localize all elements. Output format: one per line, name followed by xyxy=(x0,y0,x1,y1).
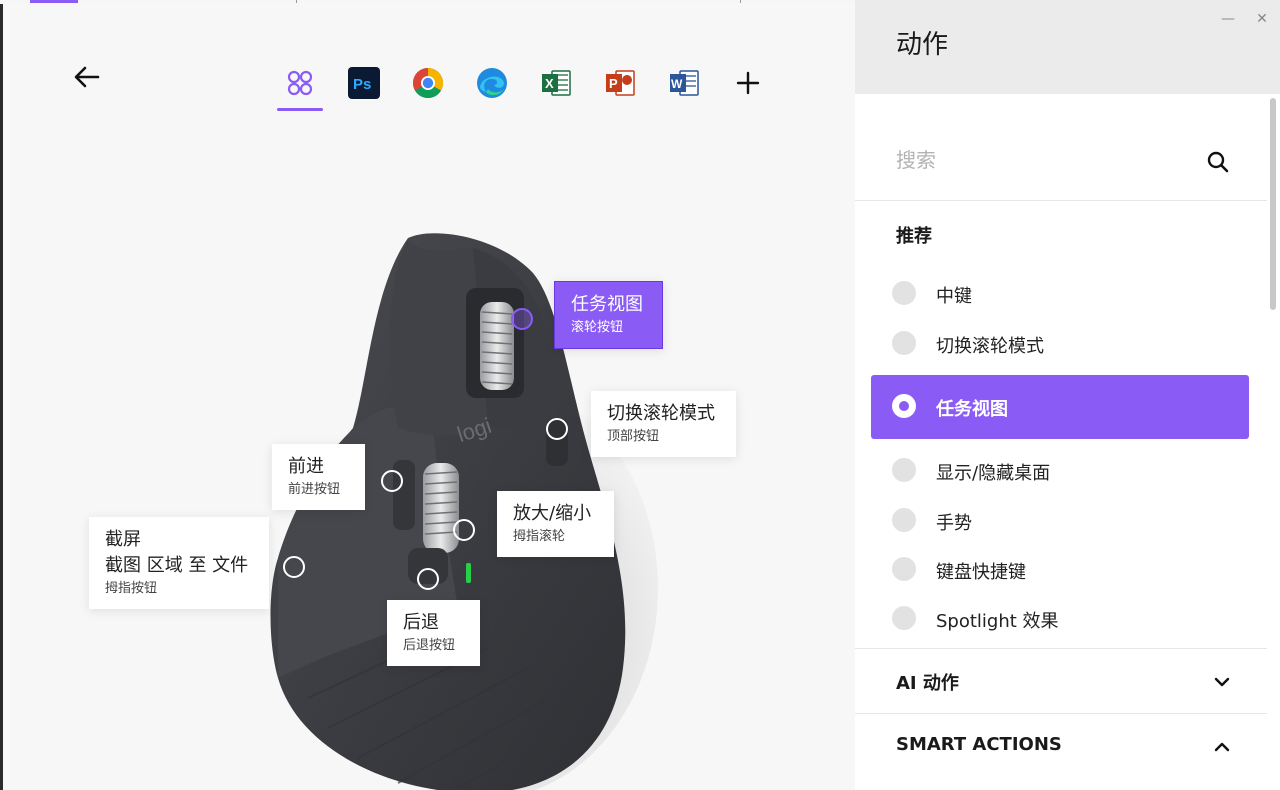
edge-icon xyxy=(477,68,507,98)
radio-button[interactable] xyxy=(892,606,916,630)
search-bar xyxy=(896,138,1236,182)
app-tab-powerpoint[interactable]: P xyxy=(596,59,644,107)
actions-panel: 动作 — ✕ 推荐 中键 切换滚轮模式 任务视图 显示/隐藏桌面 手势 xyxy=(855,0,1280,790)
radio-button[interactable] xyxy=(892,331,916,355)
section-smart-actions[interactable]: SMART ACTIONS xyxy=(855,714,1267,778)
panel-title: 动作 xyxy=(896,30,949,60)
radio-button-selected[interactable] xyxy=(892,394,916,418)
action-label: 手势 xyxy=(936,513,972,534)
svg-text:X: X xyxy=(545,76,554,91)
callout-zoom[interactable]: 放大/缩小 拇指滚轮 xyxy=(497,491,614,557)
search-input[interactable] xyxy=(896,138,1196,182)
word-icon: W xyxy=(670,70,699,96)
back-button[interactable] xyxy=(71,61,103,93)
action-label: 任务视图 xyxy=(936,399,1008,420)
callout-subtitle: 拇指按钮 xyxy=(105,581,158,596)
panel-scrollbar[interactable] xyxy=(1269,98,1277,790)
callout-subtitle: 顶部按钮 xyxy=(607,429,660,444)
callout-task-view[interactable]: 任务视图 滚轮按钮 xyxy=(554,281,663,349)
action-show-hide-desktop[interactable]: 显示/隐藏桌面 xyxy=(871,445,1249,495)
app-tab-chrome[interactable] xyxy=(404,59,452,107)
close-button[interactable]: ✕ xyxy=(1251,8,1273,30)
minimize-button[interactable]: — xyxy=(1217,8,1239,30)
action-task-view[interactable]: 任务视图 xyxy=(871,375,1249,439)
radio-button[interactable] xyxy=(892,281,916,305)
app-tab-excel[interactable]: X xyxy=(532,59,580,107)
app-tab-photoshop[interactable]: Ps xyxy=(340,59,388,107)
svg-text:Ps: Ps xyxy=(353,76,371,93)
callout-subtitle: 前进按钮 xyxy=(288,482,341,497)
close-icon: ✕ xyxy=(1256,11,1268,27)
action-gestures[interactable]: 手势 xyxy=(871,495,1249,545)
callout-title: 放大/缩小 xyxy=(513,503,592,524)
section-title: SMART ACTIONS xyxy=(896,734,1062,755)
callout-title-secondary: 截图 区域 至 文件 xyxy=(105,555,249,576)
action-label: 中键 xyxy=(936,286,972,307)
action-middle-click[interactable]: 中键 xyxy=(871,268,1249,318)
panel-header: 动作 — ✕ xyxy=(855,0,1280,94)
add-app-button[interactable] xyxy=(724,59,772,107)
plus-icon xyxy=(736,71,760,95)
arrow-left-icon xyxy=(74,66,100,88)
device-configuration-area: Ps X P W logi 任务视图 滚轮按钮 切换滚轮模式 顶部按钮 前进 前… xyxy=(3,3,855,790)
action-label: 切换滚轮模式 xyxy=(936,336,1044,357)
action-label: 键盘快捷键 xyxy=(936,562,1026,583)
divider xyxy=(855,200,1267,201)
callout-title: 切换滚轮模式 xyxy=(607,403,715,424)
scrollbar-thumb[interactable] xyxy=(1270,98,1276,310)
callout-title: 后退 xyxy=(403,612,439,633)
callout-wheel-mode[interactable]: 切换滚轮模式 顶部按钮 xyxy=(591,391,736,457)
callout-subtitle: 滚轮按钮 xyxy=(571,320,624,335)
grid-apps-icon xyxy=(287,70,313,96)
radio-button[interactable] xyxy=(892,508,916,532)
callout-title: 前进 xyxy=(288,456,324,477)
app-tab-edge[interactable] xyxy=(468,59,516,107)
section-title: AI 动作 xyxy=(896,673,959,694)
chrome-icon xyxy=(412,68,444,99)
powerpoint-icon: P xyxy=(606,70,635,96)
svg-text:P: P xyxy=(609,76,618,91)
callout-screenshot[interactable]: 截屏 截图 区域 至 文件 拇指按钮 xyxy=(89,517,269,609)
action-label: Spotlight 效果 xyxy=(936,611,1059,632)
radio-button[interactable] xyxy=(892,458,916,482)
excel-icon: X xyxy=(542,70,571,96)
section-ai-actions[interactable]: AI 动作 xyxy=(855,649,1267,713)
hotspot-thumb-button[interactable] xyxy=(283,556,305,578)
search-icon[interactable] xyxy=(1206,150,1230,174)
hotspot-thumb-wheel[interactable] xyxy=(453,519,475,541)
hotspot-back-button[interactable] xyxy=(417,568,439,590)
callout-subtitle: 拇指滚轮 xyxy=(513,529,566,544)
svg-text:W: W xyxy=(671,77,683,91)
callout-back[interactable]: 后退 后退按钮 xyxy=(387,600,480,666)
app-tab-all-apps[interactable] xyxy=(276,59,324,111)
app-tab-word[interactable]: W xyxy=(660,59,708,107)
radio-button[interactable] xyxy=(892,557,916,581)
action-toggle-wheel-mode[interactable]: 切换滚轮模式 xyxy=(871,318,1249,368)
hotspot-forward-button[interactable] xyxy=(381,470,403,492)
chevron-down-icon xyxy=(1214,677,1230,687)
action-label: 显示/隐藏桌面 xyxy=(936,463,1051,484)
hotspot-top-button[interactable] xyxy=(546,418,568,440)
minimize-icon: — xyxy=(1221,11,1235,27)
chevron-up-icon xyxy=(1214,742,1230,752)
hotspot-scroll-wheel-button[interactable] xyxy=(511,308,533,330)
callout-forward[interactable]: 前进 前进按钮 xyxy=(272,444,365,510)
action-spotlight-effect[interactable]: Spotlight 效果 xyxy=(871,593,1249,643)
callout-subtitle: 后退按钮 xyxy=(403,638,456,653)
callout-title: 任务视图 xyxy=(571,294,643,315)
photoshop-icon: Ps xyxy=(348,67,380,99)
action-keyboard-shortcut[interactable]: 键盘快捷键 xyxy=(871,544,1249,594)
callout-title: 截屏 xyxy=(105,529,141,550)
recommended-heading: 推荐 xyxy=(896,226,932,247)
